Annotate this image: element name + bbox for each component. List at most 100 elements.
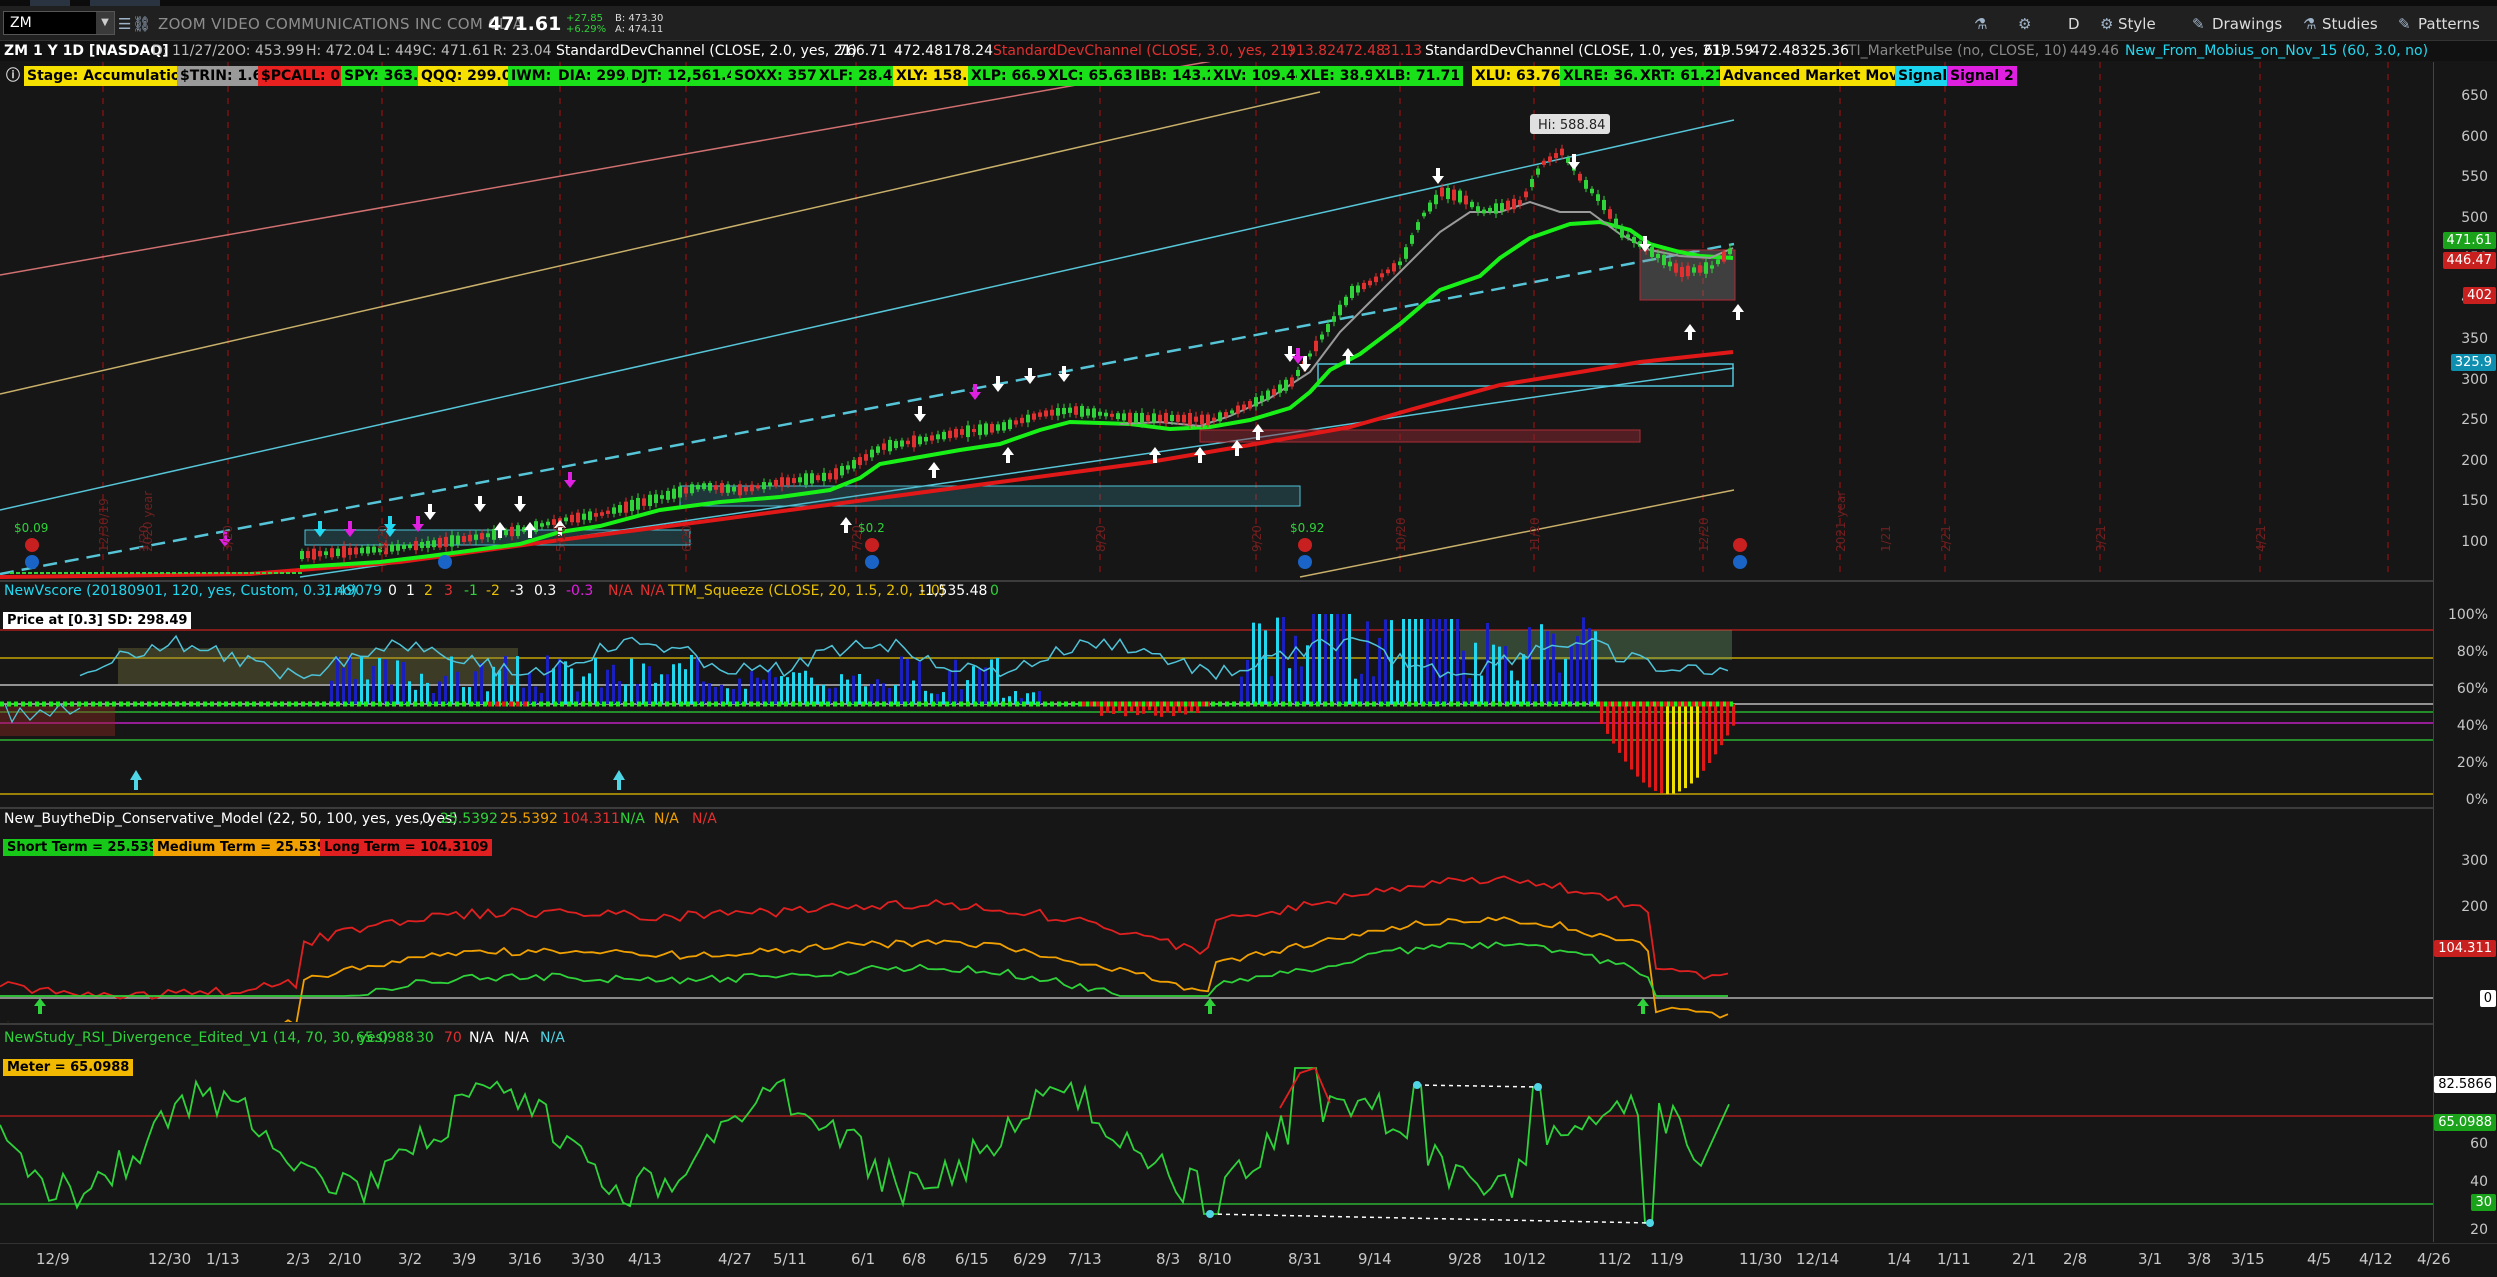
price-chart[interactable]: $0.09 $0.2 $0.92 12/30/19 1/202020 year 3/…: [0, 62, 2433, 580]
vscore-bar: [1396, 680, 1399, 704]
vscore-bar: [1026, 693, 1029, 704]
date-label: 8/3: [1156, 1250, 1181, 1268]
price-axis-label: 200: [2461, 452, 2488, 469]
vscore-header[interactable]: NewVscore (20180901, 120, yes, Custom, 0…: [4, 583, 1104, 601]
patterns-button[interactable]: Patterns: [2418, 15, 2480, 33]
vscore-bar: [336, 656, 339, 704]
gear-icon[interactable]: ⚙: [2018, 15, 2031, 33]
candle-body: [708, 482, 712, 491]
vscore-bar: [582, 676, 585, 704]
candle-body: [1170, 414, 1174, 422]
candle-body: [1470, 201, 1474, 208]
vscore-bar: [1534, 683, 1537, 704]
vscore-bar: [1498, 646, 1501, 704]
buythedip-chart[interactable]: [0, 830, 2433, 1022]
rsi-value: 70: [444, 1030, 462, 1046]
vscore-bar: [900, 656, 903, 704]
last-price-badge: 471.61: [2442, 232, 2496, 249]
btd-arrows: [34, 998, 1649, 1014]
link-icon[interactable]: ⛓: [132, 15, 151, 33]
vscore-bar: [1408, 619, 1411, 704]
vscore-bar: [666, 674, 669, 704]
candle-body: [10, 572, 14, 574]
rsi-value: 30: [416, 1030, 434, 1046]
vscore-level: -3: [510, 583, 524, 599]
candle-body: [1716, 259, 1720, 265]
candle-body: [642, 498, 646, 506]
candle-body: [1662, 254, 1666, 266]
menu-icon[interactable]: ☰: [118, 15, 131, 33]
drawings-button[interactable]: Drawings: [2212, 15, 2282, 33]
price-axis[interactable]: 650600550500450400350300250200150100 471…: [2433, 62, 2497, 1242]
vscore-bar: [1714, 704, 1717, 755]
vscore-bar: [1450, 619, 1453, 704]
vscore-bar: [810, 677, 813, 704]
vscore-title: NewVscore (20180901, 120, yes, Custom, 0…: [4, 583, 358, 599]
candle-body: [906, 440, 910, 445]
candle-body: [534, 521, 538, 532]
btd-badge: 104.311: [2434, 940, 2496, 957]
sdc2-label[interactable]: StandardDevChannel (CLOSE, 3.0, yes, 21): [993, 43, 1294, 59]
vscore-bar: [534, 686, 537, 704]
rsi-axis-label: 60: [2470, 1136, 2488, 1152]
flask-icon[interactable]: ⚗: [1974, 15, 1987, 33]
rsi-chart[interactable]: [0, 1048, 2433, 1243]
candle-body: [624, 501, 628, 513]
vscore-bar: [1288, 668, 1291, 704]
rsi-header[interactable]: NewStudy_RSI_Divergence_Edited_V1 (14, 7…: [4, 1030, 704, 1048]
candle-body: [762, 482, 766, 490]
pane-separator[interactable]: [0, 807, 2433, 809]
date-label: 4/12: [2359, 1250, 2393, 1268]
candle-body: [774, 479, 778, 487]
btd-value: N/A: [654, 811, 679, 827]
vscore-axis-label: 0%: [2465, 792, 2488, 808]
vscore-bar: [858, 674, 861, 704]
date-label: 11/2: [1598, 1250, 1632, 1268]
date-label: 12/9: [36, 1250, 70, 1268]
market-tag: Signal 2: [1947, 66, 2017, 86]
rsi-title: NewStudy_RSI_Divergence_Edited_V1 (14, 7…: [4, 1030, 389, 1046]
pulse-label[interactable]: TI_MarketPulse (no, CLOSE, 10): [1848, 43, 2067, 59]
info-icon[interactable]: ⓘ: [3, 66, 23, 86]
candle-body: [166, 572, 170, 574]
date-axis[interactable]: 12/9 12/30 1/13 2/3 2/10 3/2 3/9 3/16 3/30 4/13 4/…: [0, 1243, 2497, 1277]
vscore-bar: [1726, 704, 1729, 736]
date-label: 6/15: [955, 1250, 989, 1268]
vscore-bar: [708, 683, 711, 704]
vscore-bar: [762, 679, 765, 704]
pane-separator[interactable]: [0, 1023, 2433, 1025]
vscore-bar: [480, 663, 483, 704]
aggregation-button[interactable]: D: [2068, 15, 2080, 33]
candle-body: [1374, 276, 1378, 283]
zone-price-badge: 402: [2463, 287, 2496, 304]
symbol-text: ZM: [10, 15, 32, 31]
studies-button[interactable]: Studies: [2322, 15, 2378, 33]
candle-body: [306, 551, 310, 559]
vscore-bar: [1684, 704, 1687, 789]
vscore-bar: [882, 683, 885, 704]
btd-value: N/A: [692, 811, 717, 827]
mobius-label[interactable]: New_From_Mobius_on_Nov_15 (60, 3.0, no): [2125, 43, 2428, 59]
candle-body: [882, 443, 886, 450]
buythedip-header[interactable]: New_BuytheDip_Conservative_Model (22, 50…: [4, 811, 904, 829]
high-value: H: 472.04: [306, 43, 375, 59]
sdc3-label[interactable]: StandardDevChannel (CLOSE, 1.0, yes, 21): [1425, 43, 1726, 59]
date-label: 2/8: [2063, 1250, 2088, 1268]
candle-body: [1020, 417, 1024, 424]
style-button[interactable]: Style: [2118, 15, 2156, 33]
sdc3-mid: 472.48: [1751, 43, 1800, 59]
vscore-chart[interactable]: [0, 600, 2433, 806]
date-value: D: 11/27/20: [152, 43, 235, 59]
candle-body: [324, 551, 328, 556]
pane-separator[interactable]: [0, 580, 2433, 582]
date-label: 2/3: [286, 1250, 311, 1268]
sdc1-label[interactable]: StandardDevChannel (CLOSE, 2.0, yes, 21): [556, 43, 857, 59]
candle-body: [984, 423, 988, 435]
candle-body: [1110, 413, 1114, 417]
symbol-input[interactable]: ZM ▼: [3, 11, 115, 35]
chevron-down-icon[interactable]: ▼: [96, 12, 114, 34]
candle-body: [840, 465, 844, 476]
candle-body: [810, 473, 814, 484]
candle-body: [238, 572, 242, 574]
candle-body: [1056, 408, 1060, 416]
